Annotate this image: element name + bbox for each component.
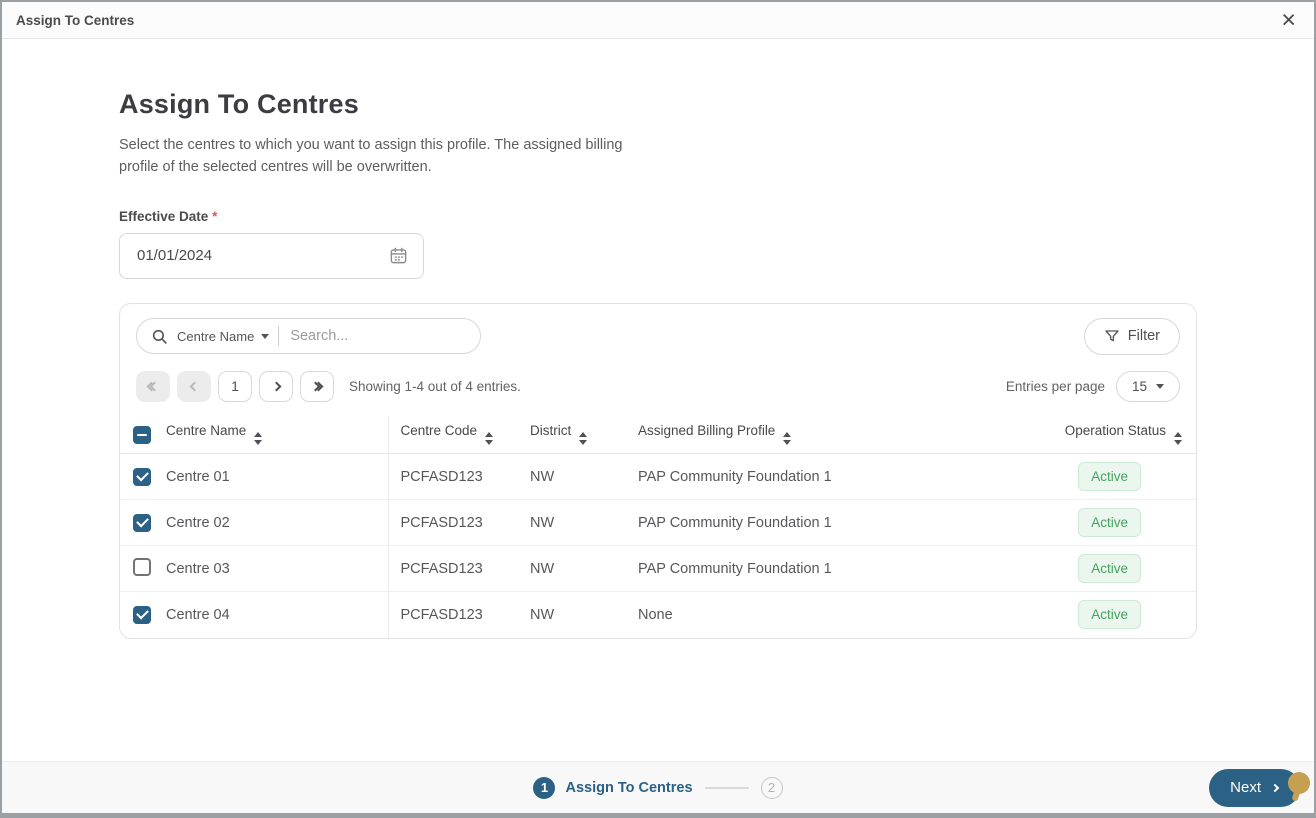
effective-date-label: Effective Date * [119,208,218,224]
table-row: Centre 01 PCFASD123 NW PAP Community Fou… [120,453,1196,500]
billing-profile-cell: PAP Community Foundation 1 [626,545,1021,592]
column-header-billing-profile[interactable]: Assigned Billing Profile [626,415,1021,454]
column-header-centre-name[interactable]: Centre Name [166,415,388,454]
step-2-indicator[interactable]: 2 [760,776,783,799]
column-header-operation-status[interactable]: Operation Status [1021,415,1196,454]
step-1-label: Assign To Centres [565,779,693,796]
chevron-left-icon [189,381,199,391]
modal-titlebar: Assign To Centres × [2,2,1314,39]
centre-code-cell: PCFASD123 [387,545,518,592]
table-header-row: Centre Name Centre Code District Assigne… [120,415,1196,454]
search-divider [278,326,280,346]
close-button[interactable]: × [1277,5,1300,34]
pagination-row: 1 Showing 1-4 out of 4 entries. Entries … [120,367,1196,416]
district-cell: NW [530,468,555,485]
centres-table-panel: Centre Name Filter 1 [119,302,1197,639]
entries-per-page-select[interactable]: 15 [1115,370,1180,402]
column-header-centre-code[interactable]: Centre Code [387,415,518,454]
select-all-checkbox[interactable] [133,426,151,445]
table-row: Centre 03 PCFASD123 NW PAP Community Fou… [120,545,1196,592]
previous-page-button[interactable] [177,370,211,402]
centre-name-cell: Centre 02 [166,499,388,546]
chevron-right-icon [1270,783,1280,792]
sort-icon [254,432,263,446]
entries-summary: Showing 1-4 out of 4 entries. [349,378,521,394]
page-title: Assign To Centres [119,89,359,119]
billing-profile-cell: PAP Community Foundation 1 [638,468,832,485]
wizard-stepper: 1 Assign To Centres 2 [533,776,783,799]
centre-code-cell: PCFASD123 [387,453,518,500]
modal-content: Assign To Centres Select the centres to … [2,39,1314,761]
row-checkbox[interactable] [133,605,151,624]
window-title: Assign To Centres [16,12,135,28]
wizard-footer: 1 Assign To Centres 2 Next [2,761,1314,813]
current-page-button[interactable]: 1 [218,370,252,402]
next-page-button[interactable] [259,370,293,402]
billing-profile-cell: None [626,591,1021,638]
status-badge: Active [1078,600,1141,630]
sort-icon [579,432,588,446]
table-toolbar: Centre Name Filter [120,304,1196,367]
step-1-indicator[interactable]: 1 [533,776,556,799]
district-cell: NW [518,499,626,546]
page-description: Select the centres to which you want to … [119,137,623,175]
search-icon [152,329,167,344]
row-checkbox[interactable] [133,467,151,486]
required-asterisk: * [212,208,218,224]
entries-per-page-group: Entries per page 15 [1005,370,1180,402]
status-badge: Active [1078,554,1141,583]
row-checkbox[interactable] [133,513,151,532]
table-row: Centre 02 PCFASD123 NW PAP Community Fou… [120,499,1196,546]
entries-per-page-label: Entries per page [1005,378,1105,394]
row-checkbox[interactable] [133,557,151,576]
calendar-icon[interactable] [389,246,408,265]
next-button[interactable]: Next [1209,768,1300,807]
column-header-district[interactable]: District [518,415,626,454]
status-badge: Active [1078,462,1141,491]
centres-table: Centre Name Centre Code District Assigne… [120,415,1196,638]
search-bar[interactable]: Centre Name [136,318,481,354]
billing-profile-cell: PAP Community Foundation 1 [626,499,1021,546]
sort-icon [783,432,792,446]
centre-name-cell: Centre 01 [166,468,230,485]
effective-date-field[interactable] [119,232,424,279]
district-cell: NW [518,591,626,638]
search-category-dropdown[interactable]: Centre Name [177,329,270,344]
caret-down-icon [1156,383,1164,389]
last-page-button[interactable] [300,370,334,402]
status-badge: Active [1078,508,1141,537]
centre-name-cell: Centre 03 [166,545,388,592]
table-row: Centre 04 PCFASD123 NW None Active [120,591,1196,638]
search-input[interactable] [288,327,466,345]
filter-funnel-icon [1105,330,1119,342]
filter-button[interactable]: Filter [1083,317,1180,355]
centre-name-cell: Centre 04 [166,591,388,638]
district-cell: NW [518,545,626,592]
close-icon: × [1281,5,1296,34]
cursor-indicator [1288,772,1310,794]
sort-icon [485,432,494,446]
sort-icon [1174,432,1182,446]
centre-code-cell: PCFASD123 [387,499,518,546]
caret-down-icon [261,333,270,339]
chevron-right-icon [271,381,281,391]
step-connector [704,786,749,789]
effective-date-input[interactable] [135,246,315,265]
first-page-button[interactable] [136,370,170,402]
centre-code-cell: PCFASD123 [387,591,518,638]
